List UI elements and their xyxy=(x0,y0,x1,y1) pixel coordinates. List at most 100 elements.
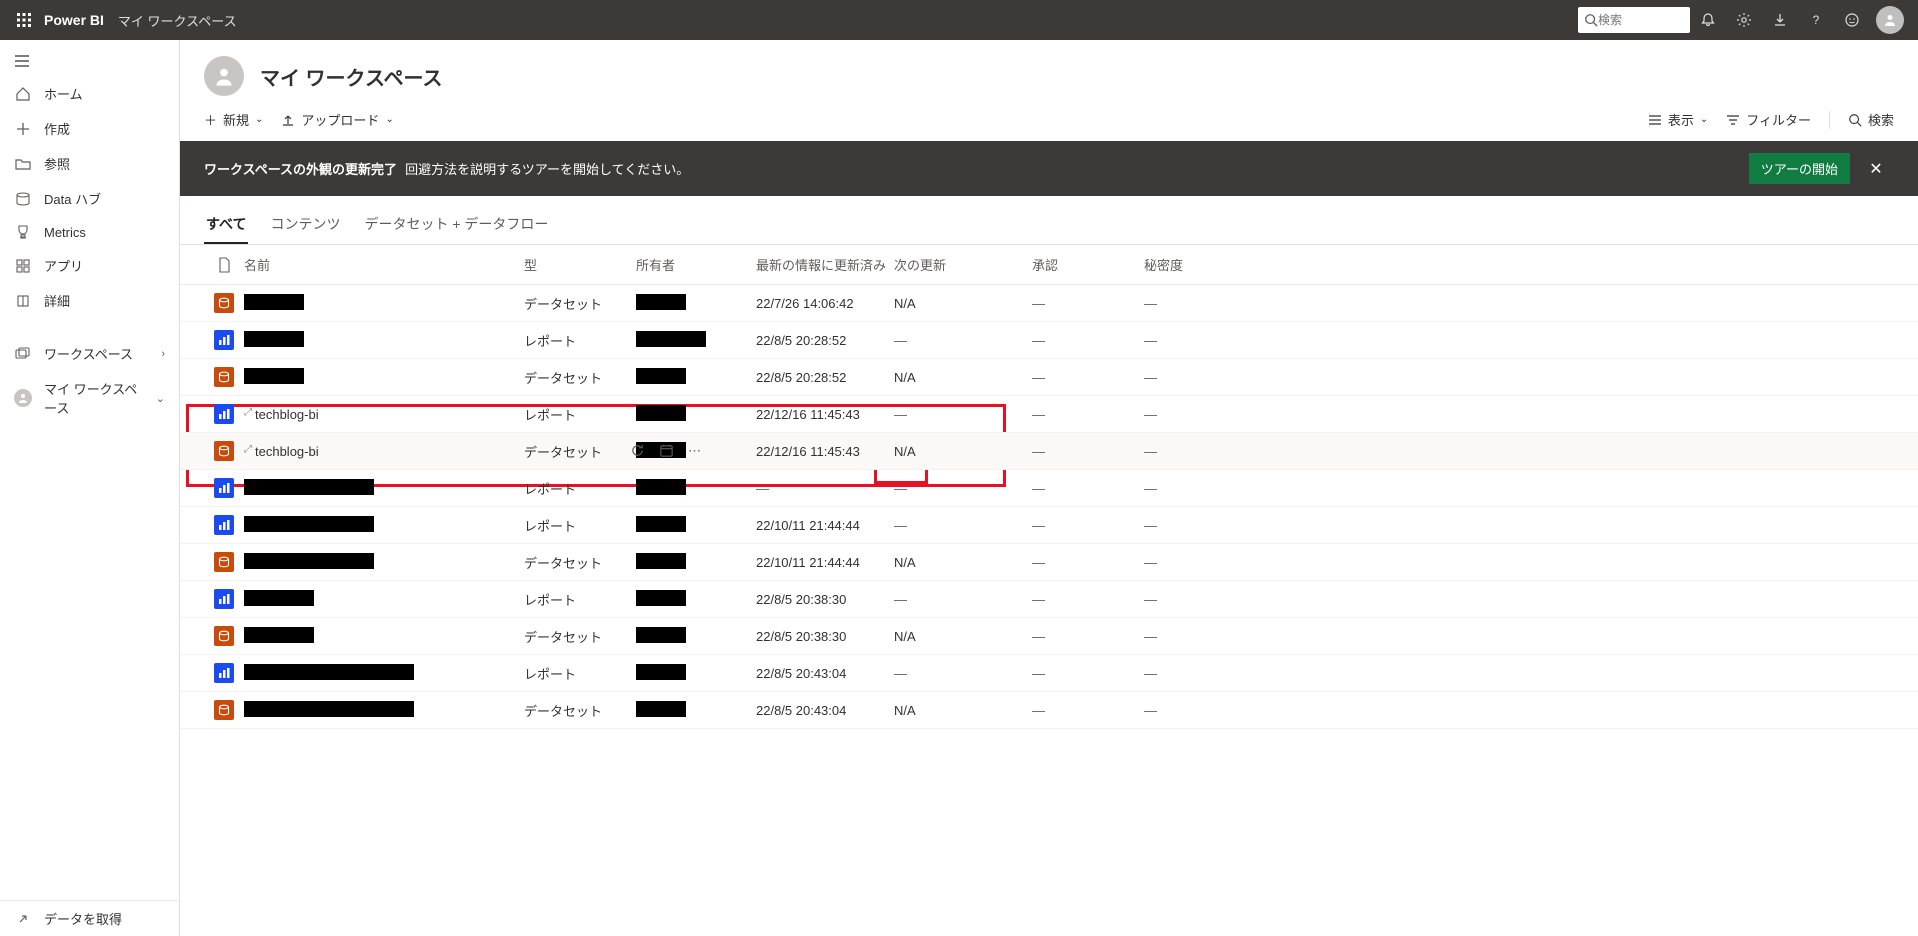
col-owner[interactable]: 所有者 xyxy=(636,255,756,274)
redacted-text xyxy=(244,479,374,495)
schedule-icon[interactable] xyxy=(659,443,674,459)
table-row[interactable]: レポート22/8/5 20:38:30——— xyxy=(180,581,1918,618)
item-refreshed: 22/10/11 21:44:44 xyxy=(756,555,894,570)
app-launcher-icon[interactable] xyxy=(8,4,40,36)
item-sensitivity: — xyxy=(1144,703,1256,718)
banner-text: 回避方法を説明するツアーを開始してください。 xyxy=(405,159,689,178)
nav-metrics[interactable]: Metrics xyxy=(0,216,179,248)
item-endorsement: — xyxy=(1032,703,1144,718)
feedback-icon[interactable] xyxy=(1834,0,1870,40)
table-row[interactable]: レポート22/8/5 20:28:52——— xyxy=(180,322,1918,359)
filter-button[interactable]: フィルター xyxy=(1726,110,1811,129)
item-name[interactable] xyxy=(244,516,524,535)
item-name[interactable] xyxy=(244,368,524,387)
col-refreshed[interactable]: 最新の情報に更新済み xyxy=(756,255,894,274)
table-row[interactable]: ⤢techblog-biレポート22/12/16 11:45:43——— xyxy=(180,396,1918,433)
collapse-nav-icon[interactable] xyxy=(0,46,179,76)
nav-metrics-label: Metrics xyxy=(44,225,86,240)
table-row[interactable]: レポート———— xyxy=(180,470,1918,507)
redacted-text xyxy=(244,294,304,310)
breadcrumb[interactable]: マイ ワークスペース xyxy=(118,11,237,30)
item-name[interactable] xyxy=(244,701,524,720)
brand-label[interactable]: Power BI xyxy=(44,12,104,28)
apps-icon xyxy=(14,259,32,273)
item-refreshed: 22/10/11 21:44:44 xyxy=(756,518,894,533)
settings-icon[interactable] xyxy=(1726,0,1762,40)
notifications-icon[interactable] xyxy=(1690,0,1726,40)
item-name[interactable] xyxy=(244,664,524,683)
table-row[interactable]: データセット22/7/26 14:06:42N/A—— xyxy=(180,285,1918,322)
download-icon[interactable] xyxy=(1762,0,1798,40)
col-name[interactable]: 名前 xyxy=(244,255,524,274)
item-next-refresh: — xyxy=(894,407,1032,422)
left-nav: ホーム 作成 参照 Data ハブ Metrics アプリ 詳細 ワークスペース… xyxy=(0,40,180,936)
nav-create[interactable]: 作成 xyxy=(0,111,179,146)
tab-all[interactable]: すべて xyxy=(204,206,248,244)
close-banner-icon[interactable]: ✕ xyxy=(1858,159,1894,179)
col-sensitivity[interactable]: 秘密度 xyxy=(1144,255,1256,274)
content-tabs: すべて コンテンツ データセット + データフロー xyxy=(180,196,1918,245)
item-name[interactable]: ⤢techblog-bi xyxy=(244,444,524,459)
item-sensitivity: — xyxy=(1144,444,1256,459)
more-icon[interactable]: ⋯ xyxy=(688,443,702,459)
nav-datahub-label: Data ハブ xyxy=(44,189,101,208)
nav-create-label: 作成 xyxy=(44,119,70,138)
nav-detail[interactable]: 詳細 xyxy=(0,283,179,318)
tab-datasets-dataflows[interactable]: データセット + データフロー xyxy=(362,206,550,244)
nav-home[interactable]: ホーム xyxy=(0,76,179,111)
item-next-refresh: N/A xyxy=(894,555,1032,570)
table-row[interactable]: データセット22/10/11 21:44:44N/A—— xyxy=(180,544,1918,581)
table-row[interactable]: レポート22/8/5 20:43:04——— xyxy=(180,655,1918,692)
col-type[interactable]: 型 xyxy=(524,255,636,274)
nav-browse[interactable]: 参照 xyxy=(0,146,179,181)
item-type: データセット xyxy=(524,442,636,461)
dataset-icon xyxy=(214,700,234,720)
table-row[interactable]: データセット22/8/5 20:38:30N/A—— xyxy=(180,618,1918,655)
item-name[interactable] xyxy=(244,627,524,646)
new-button[interactable]: ＋新規⌄ xyxy=(204,110,263,129)
item-sensitivity: — xyxy=(1144,333,1256,348)
nav-home-label: ホーム xyxy=(44,84,83,103)
global-search-input[interactable] xyxy=(1598,13,1668,27)
item-refreshed: — xyxy=(756,481,894,496)
item-name[interactable] xyxy=(244,553,524,572)
nav-apps[interactable]: アプリ xyxy=(0,248,179,283)
start-tour-button[interactable]: ツアーの開始 xyxy=(1749,153,1850,184)
item-name[interactable] xyxy=(244,479,524,498)
refresh-icon[interactable] xyxy=(630,443,645,459)
chevron-down-icon: ⌄ xyxy=(156,392,165,405)
chevron-down-icon: ⌄ xyxy=(255,114,263,125)
col-approve[interactable]: 承認 xyxy=(1032,255,1144,274)
dataset-icon xyxy=(214,626,234,646)
col-next[interactable]: 次の更新 xyxy=(894,255,1032,274)
search-button[interactable]: 検索 xyxy=(1848,110,1894,129)
item-endorsement: — xyxy=(1032,592,1144,607)
lineage-icon: ⤢ xyxy=(244,407,252,418)
nav-my-workspace[interactable]: マイ ワークスペース⌄ xyxy=(0,371,179,425)
help-icon[interactable]: ? xyxy=(1798,0,1834,40)
redacted-text xyxy=(636,664,686,680)
view-button[interactable]: 表示⌄ xyxy=(1648,110,1708,129)
item-name[interactable]: ⤢techblog-bi xyxy=(244,407,524,422)
table-row[interactable]: データセット22/8/5 20:28:52N/A—— xyxy=(180,359,1918,396)
table-row[interactable]: ⤢techblog-bi⋯データセット22/12/16 11:45:43N/A—… xyxy=(180,433,1918,470)
nav-workspaces[interactable]: ワークスペース› xyxy=(0,336,179,371)
tab-content[interactable]: コンテンツ xyxy=(268,206,342,244)
item-type: データセット xyxy=(524,368,636,387)
plus-icon: ＋ xyxy=(204,110,217,129)
item-name[interactable] xyxy=(244,294,524,313)
global-search[interactable] xyxy=(1578,7,1690,33)
table-row[interactable]: データセット22/8/5 20:43:04N/A—— xyxy=(180,692,1918,729)
item-endorsement: — xyxy=(1032,666,1144,681)
account-avatar[interactable] xyxy=(1876,6,1904,34)
item-endorsement: — xyxy=(1032,296,1144,311)
item-name[interactable] xyxy=(244,331,524,350)
item-refreshed: 22/8/5 20:28:52 xyxy=(756,370,894,385)
nav-datahub[interactable]: Data ハブ xyxy=(0,181,179,216)
workspace-header: マイ ワークスペース xyxy=(180,40,1918,104)
table-row[interactable]: レポート22/10/11 21:44:44——— xyxy=(180,507,1918,544)
item-name[interactable] xyxy=(244,590,524,609)
upload-button[interactable]: アップロード⌄ xyxy=(281,110,393,129)
nav-get-data[interactable]: データを取得 xyxy=(0,900,179,936)
banner-title: ワークスペースの外観の更新完了 xyxy=(204,159,397,178)
